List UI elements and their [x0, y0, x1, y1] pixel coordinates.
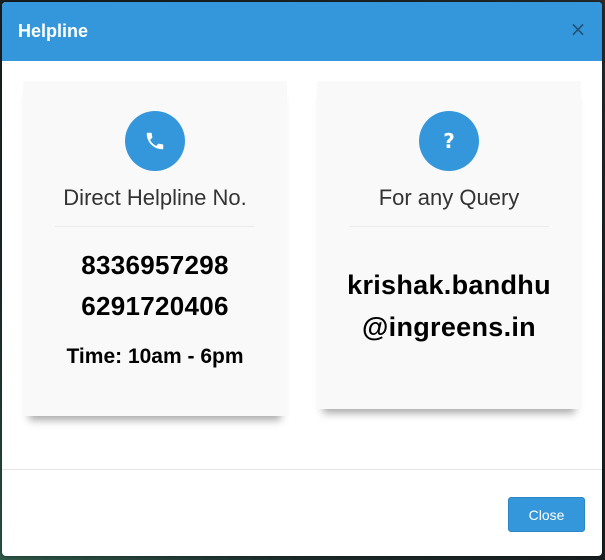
dialog-body: Direct Helpline No. 8336957298 629172040… [2, 61, 602, 469]
phone-glyph [146, 132, 164, 150]
dialog-footer: Close [2, 469, 602, 556]
question-icon: ? [419, 111, 479, 171]
email-line-1: krishak.bandhu [347, 270, 551, 300]
divider [55, 226, 255, 227]
helpline-dialog: Helpline × Direct Helpline No. 833695729… [2, 2, 602, 556]
phone-number-1: 8336957298 [81, 250, 229, 280]
phone-number-2: 6291720406 [81, 291, 229, 321]
question-glyph: ? [443, 129, 455, 153]
helpline-hours: Time: 10am - 6pm [66, 345, 244, 368]
divider [349, 226, 549, 227]
query-heading: For any Query [378, 185, 520, 210]
dialog-title: Helpline [18, 21, 89, 41]
close-button[interactable]: Close [508, 497, 585, 532]
helpline-heading: Direct Helpline No. [63, 185, 247, 210]
helpline-card: Direct Helpline No. 8336957298 629172040… [23, 81, 287, 416]
email-line-2: @ingreens.in [362, 312, 536, 342]
query-card: ? For any Query krishak.bandhu @ingreens… [317, 81, 581, 409]
close-icon[interactable]: × [568, 19, 588, 39]
dialog-header: Helpline × [2, 2, 602, 61]
phone-icon [125, 111, 185, 171]
